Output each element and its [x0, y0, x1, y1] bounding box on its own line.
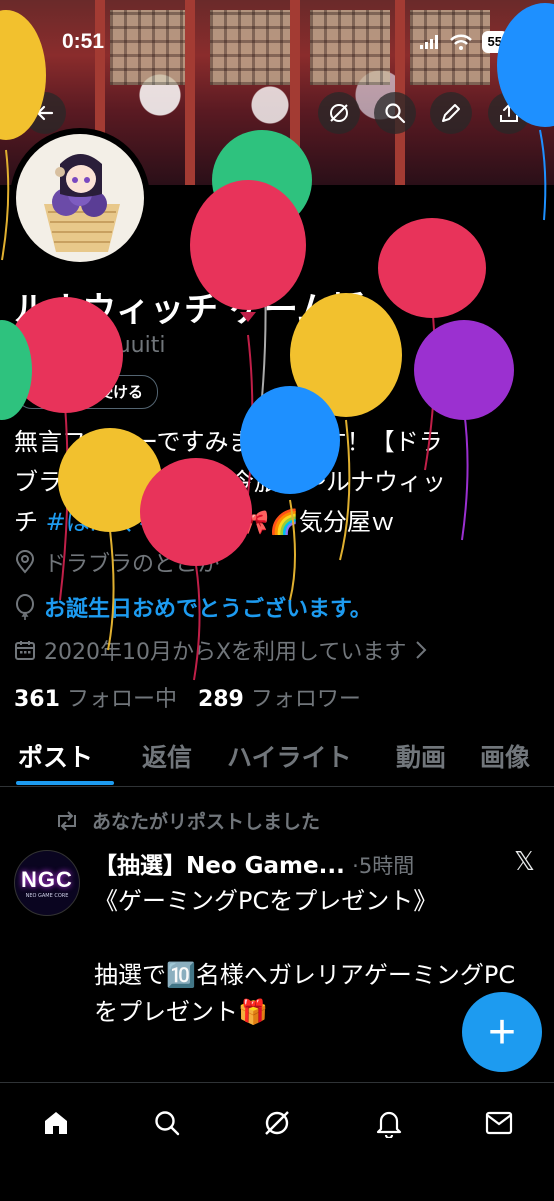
- calendar-icon: [15, 641, 35, 660]
- avatar-illustration: [44, 154, 120, 252]
- grok-icon: [265, 1111, 289, 1135]
- battery-indicator: 55: [481, 31, 508, 53]
- get-verified-label: 認証を受ける: [53, 383, 144, 401]
- followers-link[interactable]: 289 フォロワー: [198, 687, 361, 712]
- back-arrow-icon: [36, 105, 54, 121]
- follow-stats: 361 フォロー中 289 フォロワー: [14, 681, 361, 713]
- tab-highlights[interactable]: ハイライト: [227, 738, 352, 774]
- status-bar: 0:51 55: [0, 0, 554, 80]
- nav-messages[interactable]: [477, 1101, 521, 1145]
- signal-icon: [419, 35, 438, 49]
- tab-replies[interactable]: 返信: [142, 738, 192, 774]
- profile-avatar[interactable]: [10, 128, 150, 268]
- post-time: ·5時間: [352, 854, 415, 878]
- share-button[interactable]: [488, 92, 530, 134]
- chevron-right-icon: [416, 641, 427, 659]
- grok-icon: [330, 104, 348, 122]
- profile-location: ドラブラのどこか: [14, 546, 219, 578]
- tab-media[interactable]: 画像: [480, 738, 530, 774]
- search-icon: [385, 103, 406, 124]
- back-button[interactable]: [24, 92, 66, 134]
- profile-bio: 無言フォローですみませんです！【ドラ ブラ】言葉の花鯖～今旅中～ルナウィッ チ …: [14, 422, 538, 542]
- nav-home[interactable]: [34, 1101, 78, 1145]
- bio-text: チ: [14, 508, 46, 536]
- display-name: ルナウィッチ ゲーム垢: [14, 290, 365, 330]
- ngc-logo-text: NGC: [21, 867, 73, 892]
- tab-videos[interactable]: 動画: [396, 738, 446, 774]
- bio-hashtag-link[interactable]: #はんぐるーす: [46, 508, 210, 536]
- profile-joined[interactable]: 2020年10月からXを利用しています: [14, 634, 428, 666]
- post-author-avatar[interactable]: NGC NEO GAME CORE: [14, 850, 80, 916]
- followers-count: 289: [197, 687, 244, 712]
- bio-line: 無言フォローですみませんです！【ドラ: [14, 428, 443, 456]
- nav-notifications[interactable]: [367, 1101, 411, 1145]
- profile-tabs: ポスト 返信 ハイライト 動画 画像: [0, 736, 554, 787]
- repost-icon: [58, 810, 76, 831]
- wifi-icon: [449, 34, 472, 50]
- home-icon: [45, 1112, 67, 1134]
- avatar-image: [16, 134, 144, 262]
- edit-icon: [442, 104, 460, 122]
- active-tab-indicator: [16, 781, 114, 785]
- bio-text: 🤙🎀🌈気分屋ｗ: [209, 508, 395, 536]
- repost-indicator: あなたがリポストしました: [54, 807, 320, 834]
- compose-post-button[interactable]: +: [462, 992, 542, 1072]
- following-count: 361: [14, 687, 60, 712]
- nav-search[interactable]: [145, 1101, 189, 1145]
- nav-grok[interactable]: [255, 1101, 299, 1145]
- location-icon: [15, 550, 35, 574]
- balloon-icon: [16, 594, 34, 620]
- bio-line: ブラ】言葉の花鯖～今旅中～ルナウィッ: [14, 468, 446, 496]
- status-time: 0:51: [62, 30, 105, 53]
- bio-line: チ #はんぐるーす🤙🎀🌈気分屋ｗ: [14, 502, 538, 542]
- following-label: フォロー中: [66, 687, 177, 712]
- get-verified-button[interactable]: 認証を受ける: [16, 375, 159, 409]
- location-text: ドラブラのどこか: [44, 552, 220, 577]
- tab-posts[interactable]: ポスト: [18, 738, 93, 774]
- mail-icon: [485, 1111, 513, 1135]
- birthday-text: お誕生日おめでとうございます。: [44, 597, 372, 622]
- verified-badge-icon: [30, 384, 46, 400]
- profile-handle: @sanuuuuuiti: [14, 333, 166, 358]
- post-header: 【抽選】Neo Game... ·5時間: [94, 846, 414, 880]
- status-icons: 55: [419, 31, 508, 53]
- ngc-logo-subtext: NEO GAME CORE: [25, 893, 69, 899]
- edit-button[interactable]: [430, 92, 472, 134]
- compose-plus-icon: +: [487, 1005, 517, 1059]
- profile-birthday: お誕生日おめでとうございます。: [14, 591, 372, 623]
- notifications-icon: [376, 1111, 402, 1138]
- post-author-name[interactable]: 【抽選】Neo Game...: [94, 853, 345, 879]
- search-button[interactable]: [374, 92, 416, 134]
- x-logo-icon: 𝕏: [514, 846, 535, 876]
- grok-button[interactable]: [318, 92, 360, 134]
- share-icon: [500, 103, 518, 122]
- bottom-navigation: [0, 1082, 554, 1201]
- search-icon: [155, 1111, 180, 1136]
- repost-text: あなたがリポストしました: [92, 811, 321, 833]
- joined-text: 2020年10月からXを利用しています: [44, 640, 407, 665]
- followers-label: フォロワー: [250, 687, 361, 712]
- following-link[interactable]: 361 フォロー中: [14, 687, 177, 712]
